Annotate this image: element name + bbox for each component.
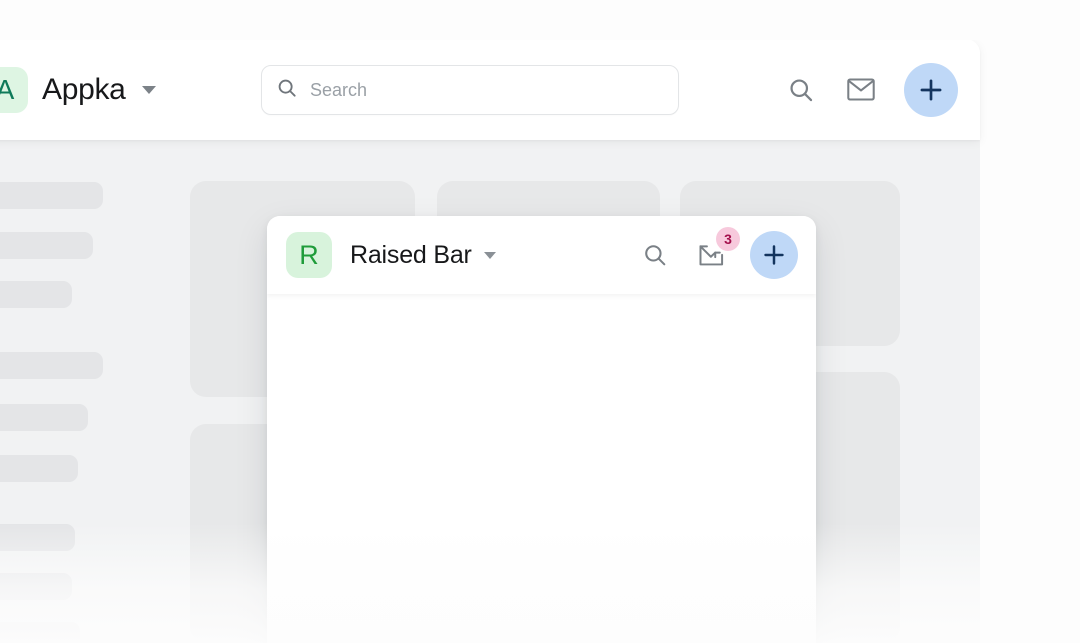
search-icon — [276, 77, 298, 104]
add-button[interactable] — [904, 62, 958, 117]
panel-header: R Raised Bar 3 — [267, 216, 816, 294]
sidebar-skeleton-item — [0, 404, 88, 431]
top-bar-actions — [784, 39, 958, 140]
plus-icon — [764, 245, 784, 265]
sidebar-skeleton-item — [0, 622, 80, 643]
sidebar-skeleton-item — [0, 352, 103, 379]
screenshot-root: A Appka Search R Raised Bar 3 — [0, 0, 1080, 643]
search-field-wrapper[interactable]: Search — [261, 65, 679, 115]
sidebar-skeleton-item — [0, 524, 75, 551]
right-edge-fade — [990, 0, 1080, 643]
sidebar-skeleton-item — [0, 455, 78, 482]
panel-body — [267, 294, 816, 643]
panel-actions: 3 — [638, 227, 798, 279]
sidebar-skeleton-item — [0, 281, 72, 308]
raised-bar-panel: R Raised Bar 3 — [267, 216, 816, 643]
app-title: Appka — [42, 72, 126, 106]
panel-avatar: R — [286, 232, 332, 278]
chevron-down-icon[interactable] — [483, 251, 496, 259]
plus-icon — [920, 79, 942, 100]
panel-search-button[interactable] — [638, 238, 672, 272]
search-icon-button[interactable] — [784, 73, 818, 107]
top-app-bar: A Appka Search — [0, 39, 980, 140]
mail-icon-button[interactable] — [844, 73, 878, 107]
sidebar-skeleton-item — [0, 573, 72, 600]
top-edge-fill — [0, 0, 1080, 40]
panel-inbox-button[interactable]: 3 — [694, 227, 740, 272]
workspace-switcher[interactable]: A Appka — [0, 66, 156, 113]
search-input[interactable]: Search — [310, 80, 367, 101]
workspace-avatar: A — [0, 66, 28, 113]
sidebar-skeleton-item — [0, 182, 103, 209]
sidebar-skeleton-item — [0, 232, 93, 259]
panel-add-button[interactable] — [750, 231, 798, 279]
chevron-down-icon[interactable] — [141, 85, 156, 94]
inbox-badge: 3 — [716, 227, 740, 251]
panel-title: Raised Bar — [350, 240, 472, 269]
